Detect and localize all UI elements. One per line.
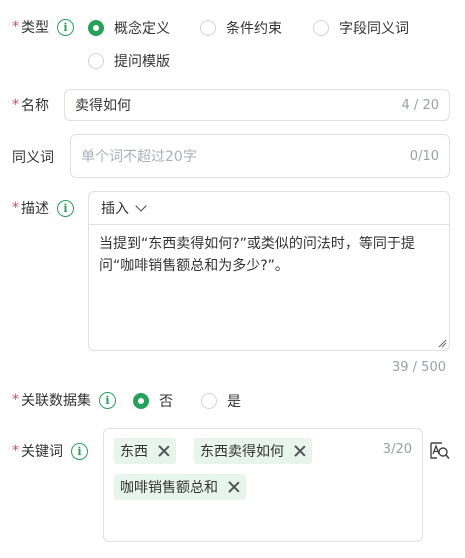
keyword-tag-label: 咖啡销售额总和 — [120, 480, 218, 496]
keyword-tag-input[interactable]: 东西 东西卖得如何 咖啡销售额总和 3/20 — [103, 428, 423, 542]
info-icon[interactable]: i — [57, 18, 74, 36]
type-option-label: 字段同义词 — [339, 21, 409, 37]
keyword-tag: 咖啡销售额总和 — [114, 474, 246, 500]
name-label-text: 名称 — [21, 98, 49, 114]
text-search-icon[interactable] — [429, 441, 451, 461]
name-char-counter: 4 / 20 — [401, 97, 439, 113]
name-input-value: 卖得如何 — [75, 98, 131, 114]
keyword-tag-label: 东西 — [120, 444, 148, 460]
dataset-option-label: 否 — [159, 394, 173, 410]
keyword-label-text: 关键词 — [21, 444, 63, 460]
required-mark: * — [12, 443, 19, 459]
required-mark: * — [12, 19, 19, 35]
synonym-placeholder: 单个词不超过20字 — [81, 149, 197, 165]
name-input[interactable]: 卖得如何 4 / 20 — [64, 89, 450, 121]
dataset-option-no[interactable]: 否 — [133, 391, 173, 411]
required-mark: * — [12, 392, 19, 408]
dataset-option-yes[interactable]: 是 — [201, 391, 241, 411]
type-option-concept[interactable]: 概念定义 — [88, 18, 170, 38]
radio-icon — [313, 20, 329, 36]
type-option-label: 概念定义 — [114, 21, 170, 37]
description-label: * 描述 i — [12, 198, 74, 218]
keyword-counter: 3/20 — [382, 442, 412, 457]
radio-selected-icon — [133, 393, 149, 409]
close-icon[interactable] — [294, 445, 306, 457]
name-label: * 名称 — [12, 95, 49, 115]
radio-icon — [200, 20, 216, 36]
description-label-text: 描述 — [21, 201, 49, 217]
chevron-down-icon — [135, 200, 147, 212]
description-textarea[interactable]: 当提到“东西卖得如何?”或类似的问法时，等同于提问“咖啡销售额总和为多少?”。 — [88, 225, 450, 351]
type-label-text: 类型 — [21, 20, 49, 36]
dataset-label: * 关联数据集 i — [12, 390, 116, 410]
radio-icon — [88, 53, 104, 69]
keyword-label: * 关键词 i — [12, 441, 88, 461]
description-counter: 39 / 500 — [392, 360, 446, 375]
info-icon[interactable]: i — [71, 442, 88, 460]
info-icon[interactable]: i — [57, 199, 74, 217]
dataset-label-text: 关联数据集 — [21, 393, 91, 409]
radio-selected-icon — [88, 20, 104, 36]
synonym-label-text: 同义词 — [12, 150, 54, 166]
required-mark: * — [12, 200, 19, 216]
type-label: * 类型 i — [12, 17, 74, 37]
type-option-label: 提问模版 — [114, 54, 170, 70]
synonym-input[interactable]: 单个词不超过20字 0/10 — [70, 134, 450, 178]
dataset-option-label: 是 — [227, 394, 241, 410]
required-mark: * — [12, 97, 19, 113]
keyword-tag: 东西 — [114, 438, 176, 464]
synonym-label: 同义词 — [12, 147, 54, 167]
keyword-tag: 东西卖得如何 — [194, 438, 312, 464]
keyword-tag-label: 东西卖得如何 — [200, 444, 284, 460]
type-option-field-synonym[interactable]: 字段同义词 — [313, 18, 409, 38]
info-icon[interactable]: i — [99, 391, 116, 409]
description-text: 当提到“东西卖得如何?”或类似的问法时，等同于提问“咖啡销售额总和为多少?”。 — [99, 236, 415, 274]
description-toolbar: 插入 — [88, 191, 450, 225]
type-option-question-template[interactable]: 提问模版 — [88, 51, 170, 71]
synonym-counter: 0/10 — [409, 148, 439, 164]
close-icon[interactable] — [228, 481, 240, 493]
insert-dropdown[interactable]: 插入 — [101, 198, 147, 218]
resize-handle-icon[interactable] — [438, 339, 447, 348]
insert-dropdown-label: 插入 — [101, 201, 129, 217]
close-icon[interactable] — [158, 445, 170, 457]
type-option-condition[interactable]: 条件约束 — [200, 18, 282, 38]
radio-icon — [201, 393, 217, 409]
type-option-label: 条件约束 — [226, 21, 282, 37]
